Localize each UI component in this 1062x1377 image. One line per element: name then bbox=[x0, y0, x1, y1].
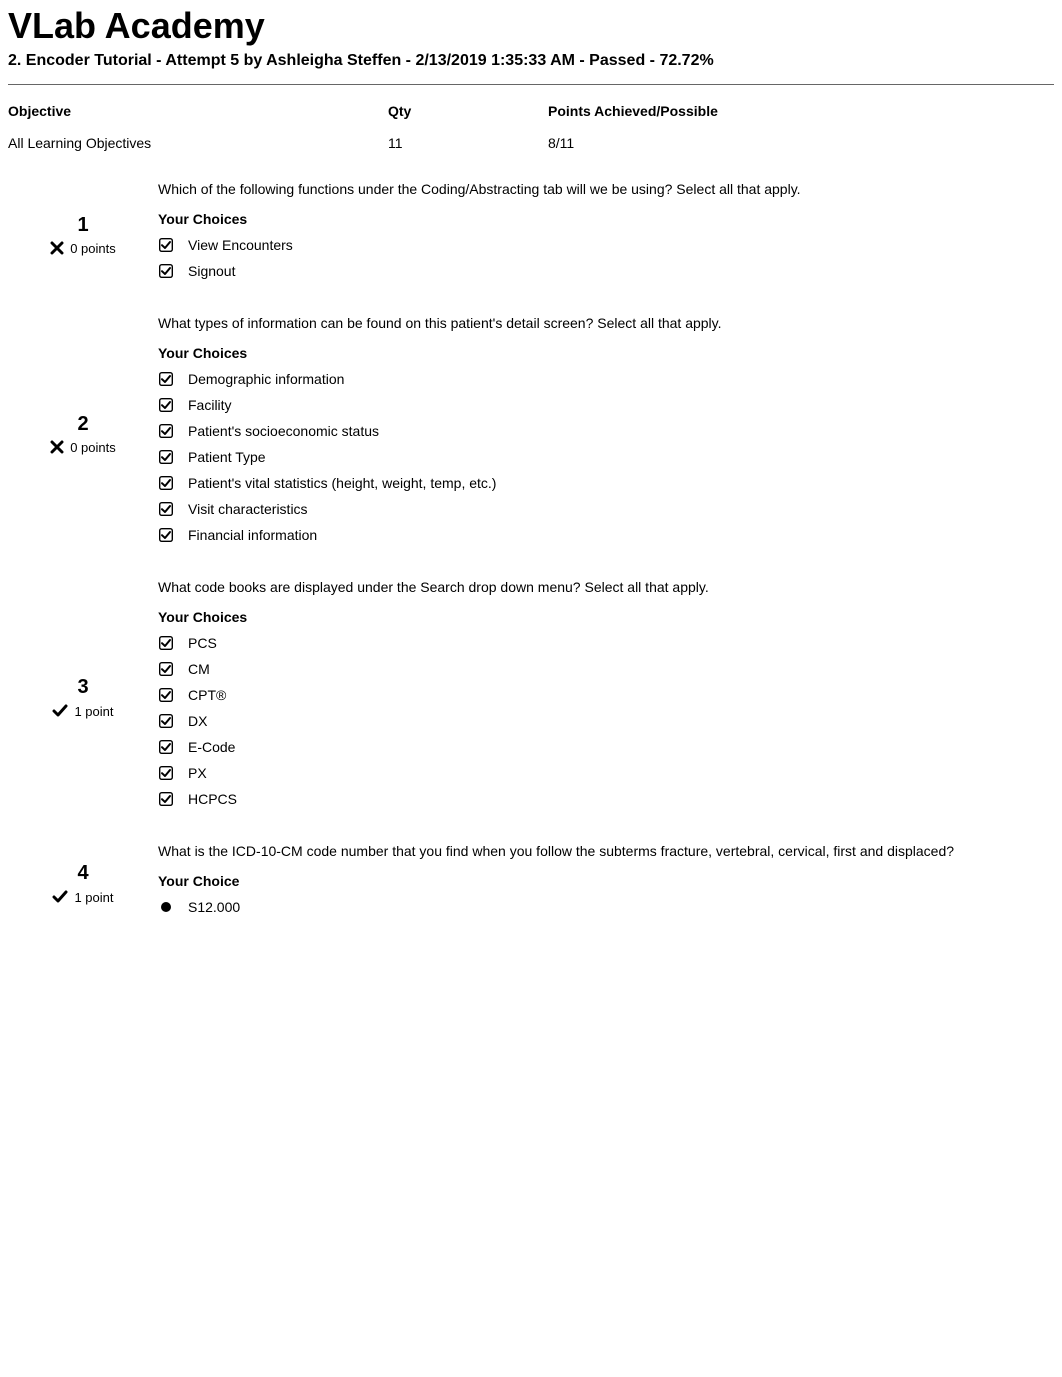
question-meta: 4 1 point bbox=[8, 843, 158, 925]
choice-row: Financial information bbox=[158, 527, 1054, 543]
choice-row: Visit characteristics bbox=[158, 501, 1054, 517]
choice-row: CPT® bbox=[158, 687, 1054, 703]
checkbox-checked-icon bbox=[158, 476, 174, 490]
summary-data-row: All Learning Objectives 11 8/11 bbox=[8, 131, 1054, 155]
checkbox-checked-icon bbox=[158, 688, 174, 702]
choice-row: Facility bbox=[158, 397, 1054, 413]
choice-row: HCPCS bbox=[158, 791, 1054, 807]
choice-label: Demographic information bbox=[188, 371, 344, 387]
choice-row: Patient's vital statistics (height, weig… bbox=[158, 475, 1054, 491]
choice-row: Patient Type bbox=[158, 449, 1054, 465]
choice-label: Visit characteristics bbox=[188, 501, 308, 517]
choice-label: PCS bbox=[188, 635, 217, 651]
question-block: 4 1 point What is the ICD-10-CM code numbe… bbox=[8, 843, 1054, 925]
choice-row: S12.000 bbox=[158, 899, 1054, 915]
question-content: What code books are displayed under the … bbox=[158, 579, 1054, 817]
summary-header-points: Points Achieved/Possible bbox=[548, 99, 1054, 123]
choice-row: View Encounters bbox=[158, 237, 1054, 253]
choice-row: Signout bbox=[158, 263, 1054, 279]
x-icon bbox=[50, 241, 64, 255]
question-status-row: 1 point bbox=[52, 703, 113, 719]
choice-label: Financial information bbox=[188, 527, 317, 543]
question-meta: 3 1 point bbox=[8, 579, 158, 817]
checkbox-checked-icon bbox=[158, 372, 174, 386]
question-block: 2 0 points What types of information can b… bbox=[8, 315, 1054, 553]
question-status-row: 0 points bbox=[50, 440, 116, 455]
question-text: What code books are displayed under the … bbox=[158, 579, 1054, 595]
question-text: Which of the following functions under t… bbox=[158, 181, 1054, 197]
checkbox-checked-icon bbox=[158, 398, 174, 412]
page-title: VLab Academy bbox=[8, 6, 1054, 46]
summary-objective: All Learning Objectives bbox=[8, 131, 388, 155]
question-status-row: 0 points bbox=[50, 241, 116, 256]
question-text: What is the ICD-10-CM code number that y… bbox=[158, 843, 1054, 859]
choice-row: Patient's socioeconomic status bbox=[158, 423, 1054, 439]
question-content: What is the ICD-10-CM code number that y… bbox=[158, 843, 1054, 925]
question-status-row: 1 point bbox=[52, 889, 113, 905]
question-number: 1 bbox=[77, 214, 88, 237]
choice-label: CM bbox=[188, 661, 210, 677]
checkbox-checked-icon bbox=[158, 740, 174, 754]
question-number: 3 bbox=[77, 676, 88, 699]
question-points-label: 0 points bbox=[70, 241, 116, 256]
choice-label: Signout bbox=[188, 263, 235, 279]
choices-header: Your Choices bbox=[158, 211, 1054, 227]
choices-header: Your Choices bbox=[158, 345, 1054, 361]
checkbox-checked-icon bbox=[158, 264, 174, 278]
question-points-label: 0 points bbox=[70, 440, 116, 455]
check-icon bbox=[52, 703, 68, 719]
choice-label: E-Code bbox=[188, 739, 235, 755]
choice-label: Patient Type bbox=[188, 449, 266, 465]
choices-header: Your Choices bbox=[158, 609, 1054, 625]
check-icon bbox=[52, 889, 68, 905]
choice-label: CPT® bbox=[188, 687, 226, 703]
radio-filled-icon bbox=[158, 901, 174, 913]
divider bbox=[8, 84, 1054, 85]
choice-label: Patient's vital statistics (height, weig… bbox=[188, 475, 496, 491]
checkbox-checked-icon bbox=[158, 714, 174, 728]
question-content: What types of information can be found o… bbox=[158, 315, 1054, 553]
choice-label: Facility bbox=[188, 397, 232, 413]
question-points-label: 1 point bbox=[74, 704, 113, 719]
question-number: 4 bbox=[77, 862, 88, 885]
summary-points: 8/11 bbox=[548, 131, 1054, 155]
checkbox-checked-icon bbox=[158, 424, 174, 438]
choice-label: HCPCS bbox=[188, 791, 237, 807]
question-points-label: 1 point bbox=[74, 890, 113, 905]
choice-row: PCS bbox=[158, 635, 1054, 651]
choice-label: PX bbox=[188, 765, 207, 781]
x-icon bbox=[50, 440, 64, 454]
choice-row: Demographic information bbox=[158, 371, 1054, 387]
choices-header: Your Choice bbox=[158, 873, 1054, 889]
choice-row: DX bbox=[158, 713, 1054, 729]
question-content: Which of the following functions under t… bbox=[158, 181, 1054, 289]
choice-row: PX bbox=[158, 765, 1054, 781]
checkbox-checked-icon bbox=[158, 636, 174, 650]
question-number: 2 bbox=[77, 413, 88, 436]
checkbox-checked-icon bbox=[158, 450, 174, 464]
question-block: 1 0 points Which of the following function… bbox=[8, 181, 1054, 289]
page-subtitle: 2. Encoder Tutorial - Attempt 5 by Ashle… bbox=[8, 52, 1054, 70]
checkbox-checked-icon bbox=[158, 502, 174, 516]
choice-label: DX bbox=[188, 713, 207, 729]
checkbox-checked-icon bbox=[158, 792, 174, 806]
summary-header-objective: Objective bbox=[8, 99, 388, 123]
summary-header-row: Objective Qty Points Achieved/Possible bbox=[8, 99, 1054, 123]
question-block: 3 1 point What code books are displayed un… bbox=[8, 579, 1054, 817]
checkbox-checked-icon bbox=[158, 662, 174, 676]
choice-label: Patient's socioeconomic status bbox=[188, 423, 379, 439]
choice-row: CM bbox=[158, 661, 1054, 677]
choice-label: View Encounters bbox=[188, 237, 293, 253]
question-meta: 1 0 points bbox=[8, 181, 158, 289]
question-text: What types of information can be found o… bbox=[158, 315, 1054, 331]
checkbox-checked-icon bbox=[158, 766, 174, 780]
choice-label: S12.000 bbox=[188, 899, 240, 915]
checkbox-checked-icon bbox=[158, 238, 174, 252]
choice-row: E-Code bbox=[158, 739, 1054, 755]
question-meta: 2 0 points bbox=[8, 315, 158, 553]
summary-qty: 11 bbox=[388, 131, 548, 155]
summary-header-qty: Qty bbox=[388, 99, 548, 123]
checkbox-checked-icon bbox=[158, 528, 174, 542]
